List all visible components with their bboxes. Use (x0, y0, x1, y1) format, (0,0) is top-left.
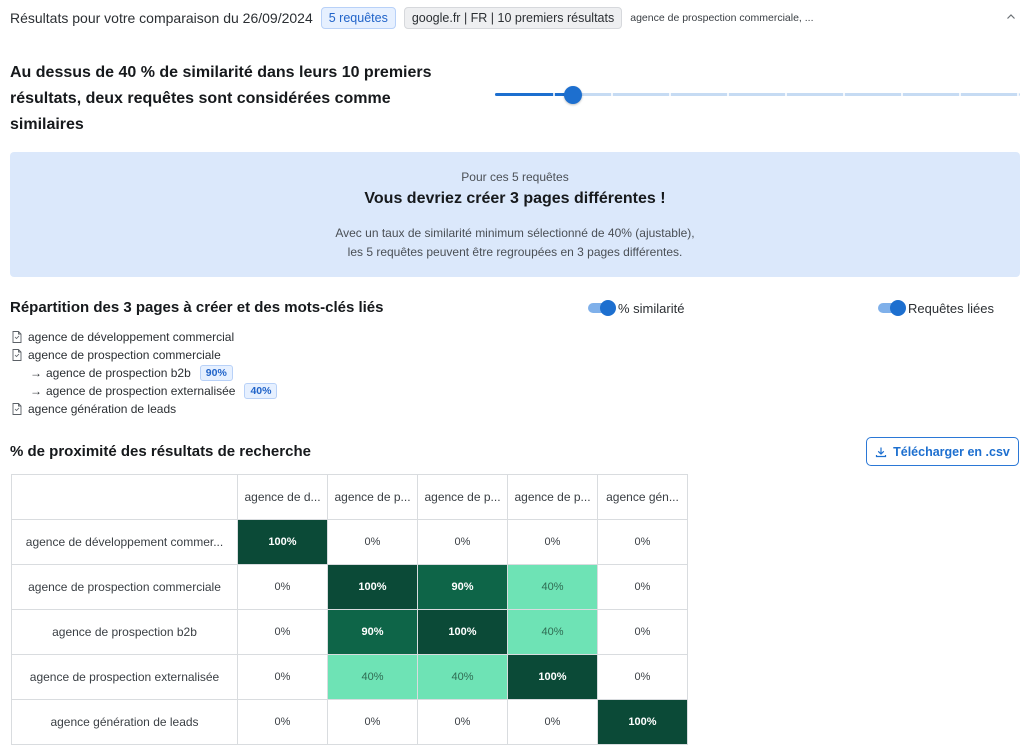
tree-item-label: agence de développement commercial (28, 330, 235, 344)
matrix-cell: 0% (507, 519, 598, 565)
matrix-column-header: agence de p... (327, 474, 418, 520)
matrix-cell: 100% (237, 519, 328, 565)
matrix-cell: 0% (597, 564, 688, 610)
matrix-row: agence de prospection externalisée 0% 40% 4… (11, 654, 688, 700)
matrix-cell: 0% (237, 609, 328, 655)
matrix-cell: 100% (507, 654, 598, 700)
slider-tick (611, 93, 613, 96)
matrix-cell: 0% (237, 654, 328, 700)
document-icon (12, 403, 22, 415)
toggle-switch[interactable] (878, 300, 906, 316)
matrix-header-row: agence de d... agence de p... agence de p.… (11, 474, 688, 520)
matrix-column-header: agence de d... (237, 474, 328, 520)
matrix-cell: 0% (597, 654, 688, 700)
related-queries-toggle-label: Requêtes liées (908, 300, 994, 316)
slider-tick (553, 93, 555, 96)
matrix-cell: 40% (327, 654, 418, 700)
arrow-right-icon: → (30, 366, 42, 380)
page-item: agence de prospection commerciale (12, 346, 277, 364)
recommendation-line-1: Avec un taux de similarité minimum sélec… (335, 226, 695, 240)
slider-tick (843, 93, 845, 96)
recommendation-box: Pour ces 5 requêtes Vous devriez créer 3… (10, 152, 1020, 277)
matrix-row-header: agence de prospection b2b (11, 609, 238, 655)
queries-preview: agence de prospection commerciale, ... (630, 12, 814, 24)
similarity-badge: 40% (244, 383, 278, 399)
slider-tick (1017, 93, 1019, 96)
repartition-title: Répartition des 3 pages à créer et des m… (10, 299, 384, 316)
proximity-matrix: agence de d... agence de p... agence de p.… (11, 474, 688, 745)
matrix-cell: 0% (417, 699, 508, 745)
matrix-cell: 40% (417, 654, 508, 700)
related-query-item: → agence de prospection b2b 90% (12, 364, 277, 382)
slider-tick (669, 93, 671, 96)
matrix-row: agence de prospection commerciale 0% 100% 9… (11, 564, 688, 610)
recommendation-title: Vous devriez créer 3 pages différentes ! (364, 190, 666, 207)
matrix-cell: 0% (597, 609, 688, 655)
matrix-row: agence génération de leads 0% 0% 0% 0% 100% (11, 699, 688, 745)
similarity-threshold-text: Au dessus de 40 % de similarité dans leu… (10, 64, 432, 133)
chevron-up-icon[interactable] (1006, 12, 1016, 22)
slider-tick (785, 93, 787, 96)
matrix-cell: 0% (507, 699, 598, 745)
slider-thumb[interactable] (564, 86, 582, 104)
matrix-cell: 90% (327, 609, 418, 655)
recommendation-description: Avec un taux de similarité minimum sélec… (10, 224, 1020, 262)
requests-count-badge: 5 requêtes (320, 7, 396, 29)
slider-tick (727, 93, 729, 96)
matrix-column-header: agence de p... (417, 474, 508, 520)
matrix-row-header: agence génération de leads (11, 699, 238, 745)
results-title: Résultats pour votre comparaison du 26/0… (10, 10, 313, 26)
pages-tree: agence de développement commercial agence… (12, 328, 278, 418)
engine-settings-badge: google.fr | FR | 10 premiers résultats (403, 7, 623, 29)
tree-item-label: agence de prospection commerciale (28, 348, 221, 362)
matrix-cell: 0% (237, 699, 328, 745)
matrix-corner (11, 474, 238, 520)
page-item: agence de développement commercial (12, 328, 277, 346)
matrix-cell: 40% (507, 609, 598, 655)
similarity-toggle-label: % similarité (618, 300, 685, 316)
recommendation-subtitle: Pour ces 5 requêtes (461, 170, 569, 184)
related-query-item: → agence de prospection externalisée 40% (12, 382, 278, 400)
tree-item-label: agence de prospection b2b (46, 366, 191, 380)
matrix-column-header: agence gén... (597, 474, 688, 520)
download-icon (876, 447, 887, 457)
slider-tick (901, 93, 903, 96)
matrix-cell: 0% (327, 519, 418, 565)
tree-item-label: agence de prospection externalisée (46, 384, 236, 398)
matrix-cell: 0% (417, 519, 508, 565)
proximity-title: % de proximité des résultats de recherch… (10, 443, 311, 460)
matrix-row: agence de développement commer... 100% 0% 0… (11, 519, 688, 565)
matrix-cell: 40% (507, 564, 598, 610)
recommendation-line-2: les 5 requêtes peuvent être regroupées e… (347, 245, 683, 259)
results-header: Résultats pour votre comparaison du 26/0… (0, 0, 1030, 36)
arrow-right-icon: → (30, 384, 42, 398)
matrix-cell: 0% (597, 519, 688, 565)
matrix-cell: 90% (417, 564, 508, 610)
matrix-cell: 100% (417, 609, 508, 655)
matrix-row: agence de prospection b2b 0% 90% 100% 40% 0% (11, 609, 688, 655)
slider-tick (959, 93, 961, 96)
download-csv-label: Télécharger en .csv (893, 444, 1010, 459)
download-csv-button[interactable]: Télécharger en .csv (866, 437, 1019, 466)
matrix-row-header: agence de prospection commerciale (11, 564, 238, 610)
related-queries-toggle[interactable]: Requêtes liées (878, 299, 994, 317)
matrix-cell: 0% (237, 564, 328, 610)
similarity-toggle[interactable]: % similarité (588, 299, 684, 317)
tree-item-label: agence génération de leads (28, 402, 177, 416)
toggle-switch[interactable] (588, 300, 616, 316)
similarity-slider[interactable] (495, 85, 1020, 105)
document-icon (12, 331, 22, 343)
page-item: agence génération de leads (12, 400, 277, 418)
slider-fill (495, 93, 573, 96)
matrix-row-header: agence de prospection externalisée (11, 654, 238, 700)
matrix-cell: 100% (597, 699, 688, 745)
matrix-column-header: agence de p... (507, 474, 598, 520)
matrix-cell: 100% (327, 564, 418, 610)
matrix-cell: 0% (327, 699, 418, 745)
matrix-row-header: agence de développement commer... (11, 519, 238, 565)
similarity-badge: 90% (199, 365, 233, 381)
document-icon (12, 349, 22, 361)
